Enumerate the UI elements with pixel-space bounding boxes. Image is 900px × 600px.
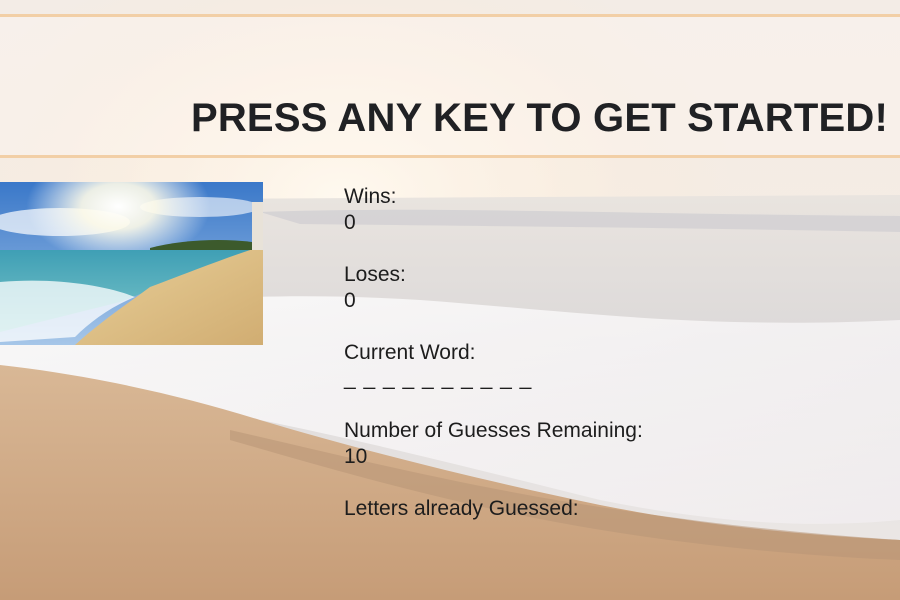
game-stats: Wins: 0 Loses: 0 Current Word: _ _ _ _ _…: [344, 184, 764, 548]
current-word-stat: Current Word: _ _ _ _ _ _ _ _ _ _: [344, 340, 764, 392]
wins-stat: Wins: 0: [344, 184, 764, 236]
beach-photo: [0, 182, 263, 345]
guesses-remaining-value: 10: [344, 445, 368, 468]
letters-guessed-stat: Letters already Guessed:: [344, 496, 764, 522]
losses-label: Loses:: [344, 263, 406, 286]
current-word-label: Current Word:: [344, 341, 476, 364]
losses-stat: Loses: 0: [344, 262, 764, 314]
guesses-remaining-stat: Number of Guesses Remaining: 10: [344, 418, 764, 470]
wins-label: Wins:: [344, 185, 397, 208]
page-title: PRESS ANY KEY TO GET STARTED!: [190, 96, 888, 140]
wins-value: 0: [344, 211, 356, 234]
guesses-remaining-label: Number of Guesses Remaining:: [344, 419, 643, 442]
hangman-game-page: PRESS ANY KEY TO GET STARTED! Wins: 0 Lo…: [0, 0, 900, 600]
losses-value: 0: [344, 289, 356, 312]
current-word-value: _ _ _ _ _ _ _ _ _ _: [344, 367, 533, 390]
letters-guessed-label: Letters already Guessed:: [344, 497, 579, 520]
